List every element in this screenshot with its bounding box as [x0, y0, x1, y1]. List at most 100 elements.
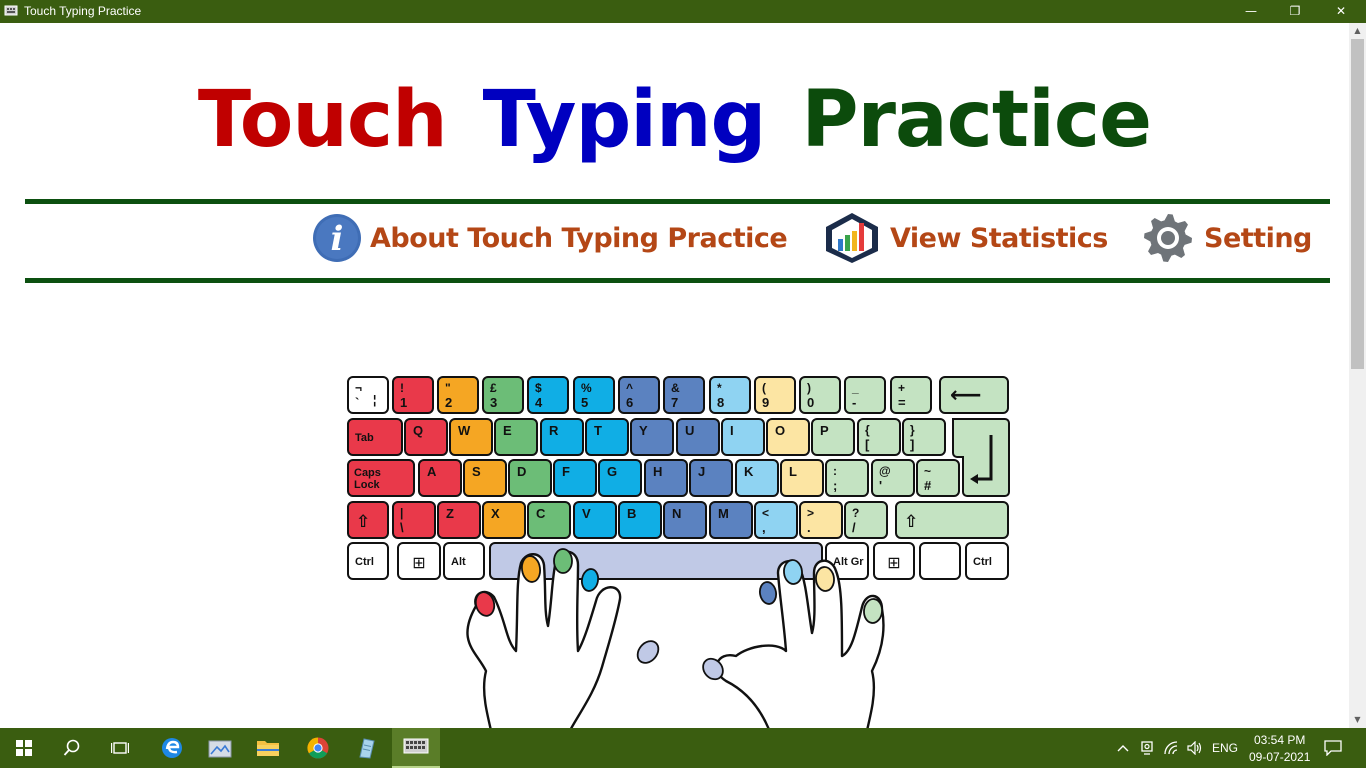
about-link[interactable]: i About Touch Typing Practice: [310, 213, 788, 263]
chrome-icon[interactable]: [294, 728, 342, 768]
key: ~#: [916, 459, 960, 497]
key-bottom-label: =: [898, 395, 906, 410]
key-label: Z: [446, 506, 454, 521]
minimize-button[interactable]: —: [1228, 0, 1274, 23]
app-content: Touch Typing Practice i About Touch Typing…: [0, 23, 1349, 728]
key: U: [676, 418, 720, 456]
fingernail: [758, 581, 778, 605]
bottom-divider: [25, 278, 1330, 283]
key: "2: [437, 376, 479, 414]
key: &7: [663, 376, 705, 414]
key-top-label: (: [762, 381, 766, 395]
key-label: Alt Gr: [833, 556, 864, 568]
clock-time[interactable]: 03:54 PM: [1254, 733, 1305, 747]
key-label: Lock: [354, 479, 381, 491]
vertical-scrollbar[interactable]: ▲ ▼: [1349, 23, 1366, 728]
key: R: [540, 418, 584, 456]
keyboard-hands-illustration: ¬` ¦!1"2£3$4%5^6&7*8(9)0_-+= ⟵Tab Q W E R T Y U I O…: [347, 376, 1010, 728]
key-bottom-label: ,: [762, 520, 766, 535]
key-bottom-label: `: [355, 395, 359, 410]
key: )0: [799, 376, 841, 414]
key-bottom-label: ': [879, 478, 882, 493]
key-top-label: >: [807, 506, 814, 520]
key: T: [585, 418, 629, 456]
app-keyboard-icon: [4, 5, 18, 16]
key-bottom-label: .: [807, 520, 811, 535]
key-top-label: :: [833, 464, 837, 478]
title-word-touch: Touch: [197, 75, 448, 165]
key: D: [508, 459, 552, 497]
key-label: T: [594, 423, 602, 438]
key: ⇧: [347, 501, 389, 539]
key-bottom-label: 0: [807, 395, 814, 410]
key: C: [527, 501, 571, 539]
key-label: Tab: [355, 432, 374, 444]
key: G: [598, 459, 642, 497]
start-icon[interactable]: [0, 728, 48, 768]
key: Tab: [347, 418, 403, 456]
key-label: R: [549, 423, 559, 438]
key: %5: [573, 376, 615, 414]
key-label: M: [718, 506, 729, 521]
notepad-icon[interactable]: [342, 728, 390, 768]
key: *8: [709, 376, 751, 414]
setting-link[interactable]: Setting: [1140, 213, 1312, 263]
key-top-label: ): [807, 381, 811, 395]
key-label: K: [744, 464, 754, 479]
key: ¬` ¦: [347, 376, 389, 414]
key-top-label: _: [851, 381, 859, 395]
photos-icon[interactable]: [196, 728, 244, 768]
key: B: [618, 501, 662, 539]
edge-icon[interactable]: [148, 728, 196, 768]
search-icon[interactable]: [48, 728, 96, 768]
gear-icon: [1144, 214, 1192, 262]
svg-text:i: i: [331, 219, 344, 259]
task-view-icon[interactable]: [96, 728, 144, 768]
scrollbar-thumb[interactable]: [1351, 39, 1364, 369]
title-word-typing: Typing: [482, 75, 767, 165]
key: ?/: [844, 501, 888, 539]
key-label: I: [730, 423, 734, 438]
key-bottom-label: 5: [581, 395, 588, 410]
key: CapsLock: [347, 459, 415, 497]
about-label: About Touch Typing Practice: [370, 222, 788, 254]
close-button[interactable]: ✕: [1318, 0, 1364, 23]
chevron-up-icon[interactable]: [1112, 728, 1134, 768]
meet-now-icon[interactable]: [1136, 728, 1158, 768]
key-top-label: ": [445, 381, 451, 395]
key-top-label: ?: [852, 506, 859, 520]
key-label: E: [503, 423, 512, 438]
key-label: V: [582, 506, 591, 521]
key: }]: [902, 418, 946, 456]
key: J: [689, 459, 733, 497]
key-bottom-label: ;: [833, 478, 837, 493]
wifi-icon[interactable]: [1160, 728, 1184, 768]
notification-icon[interactable]: [1310, 728, 1356, 768]
key: Q: [404, 418, 448, 456]
key: !1: [392, 376, 434, 414]
key: :;: [825, 459, 869, 497]
scroll-down-arrow[interactable]: ▼: [1349, 712, 1366, 728]
volume-icon[interactable]: [1184, 728, 1206, 768]
typing-app-icon[interactable]: [392, 728, 440, 768]
key-label: N: [672, 506, 681, 521]
language-indicator[interactable]: ENG: [1212, 741, 1238, 755]
scroll-up-arrow[interactable]: ▲: [1349, 23, 1366, 39]
key-label: X: [491, 506, 500, 521]
key-bottom-label: 8: [717, 395, 724, 410]
enter-key: [952, 418, 1010, 497]
key-symbol: ⟵: [950, 383, 982, 408]
clock-date[interactable]: 09-07-2021: [1249, 750, 1310, 764]
key: Y: [630, 418, 674, 456]
restore-button[interactable]: ❐: [1272, 0, 1318, 23]
view-statistics-link[interactable]: View Statistics: [822, 213, 1108, 263]
key-label: O: [775, 423, 785, 438]
key: W: [449, 418, 493, 456]
key-label: C: [536, 506, 546, 521]
key-bottom-label: 9: [762, 395, 769, 410]
key-top-label: }: [910, 423, 915, 437]
key-top-label: +: [898, 381, 905, 395]
key-top-label: <: [762, 506, 769, 520]
file-explorer-icon[interactable]: [244, 728, 292, 768]
key-bottom-label: 4: [535, 395, 543, 410]
